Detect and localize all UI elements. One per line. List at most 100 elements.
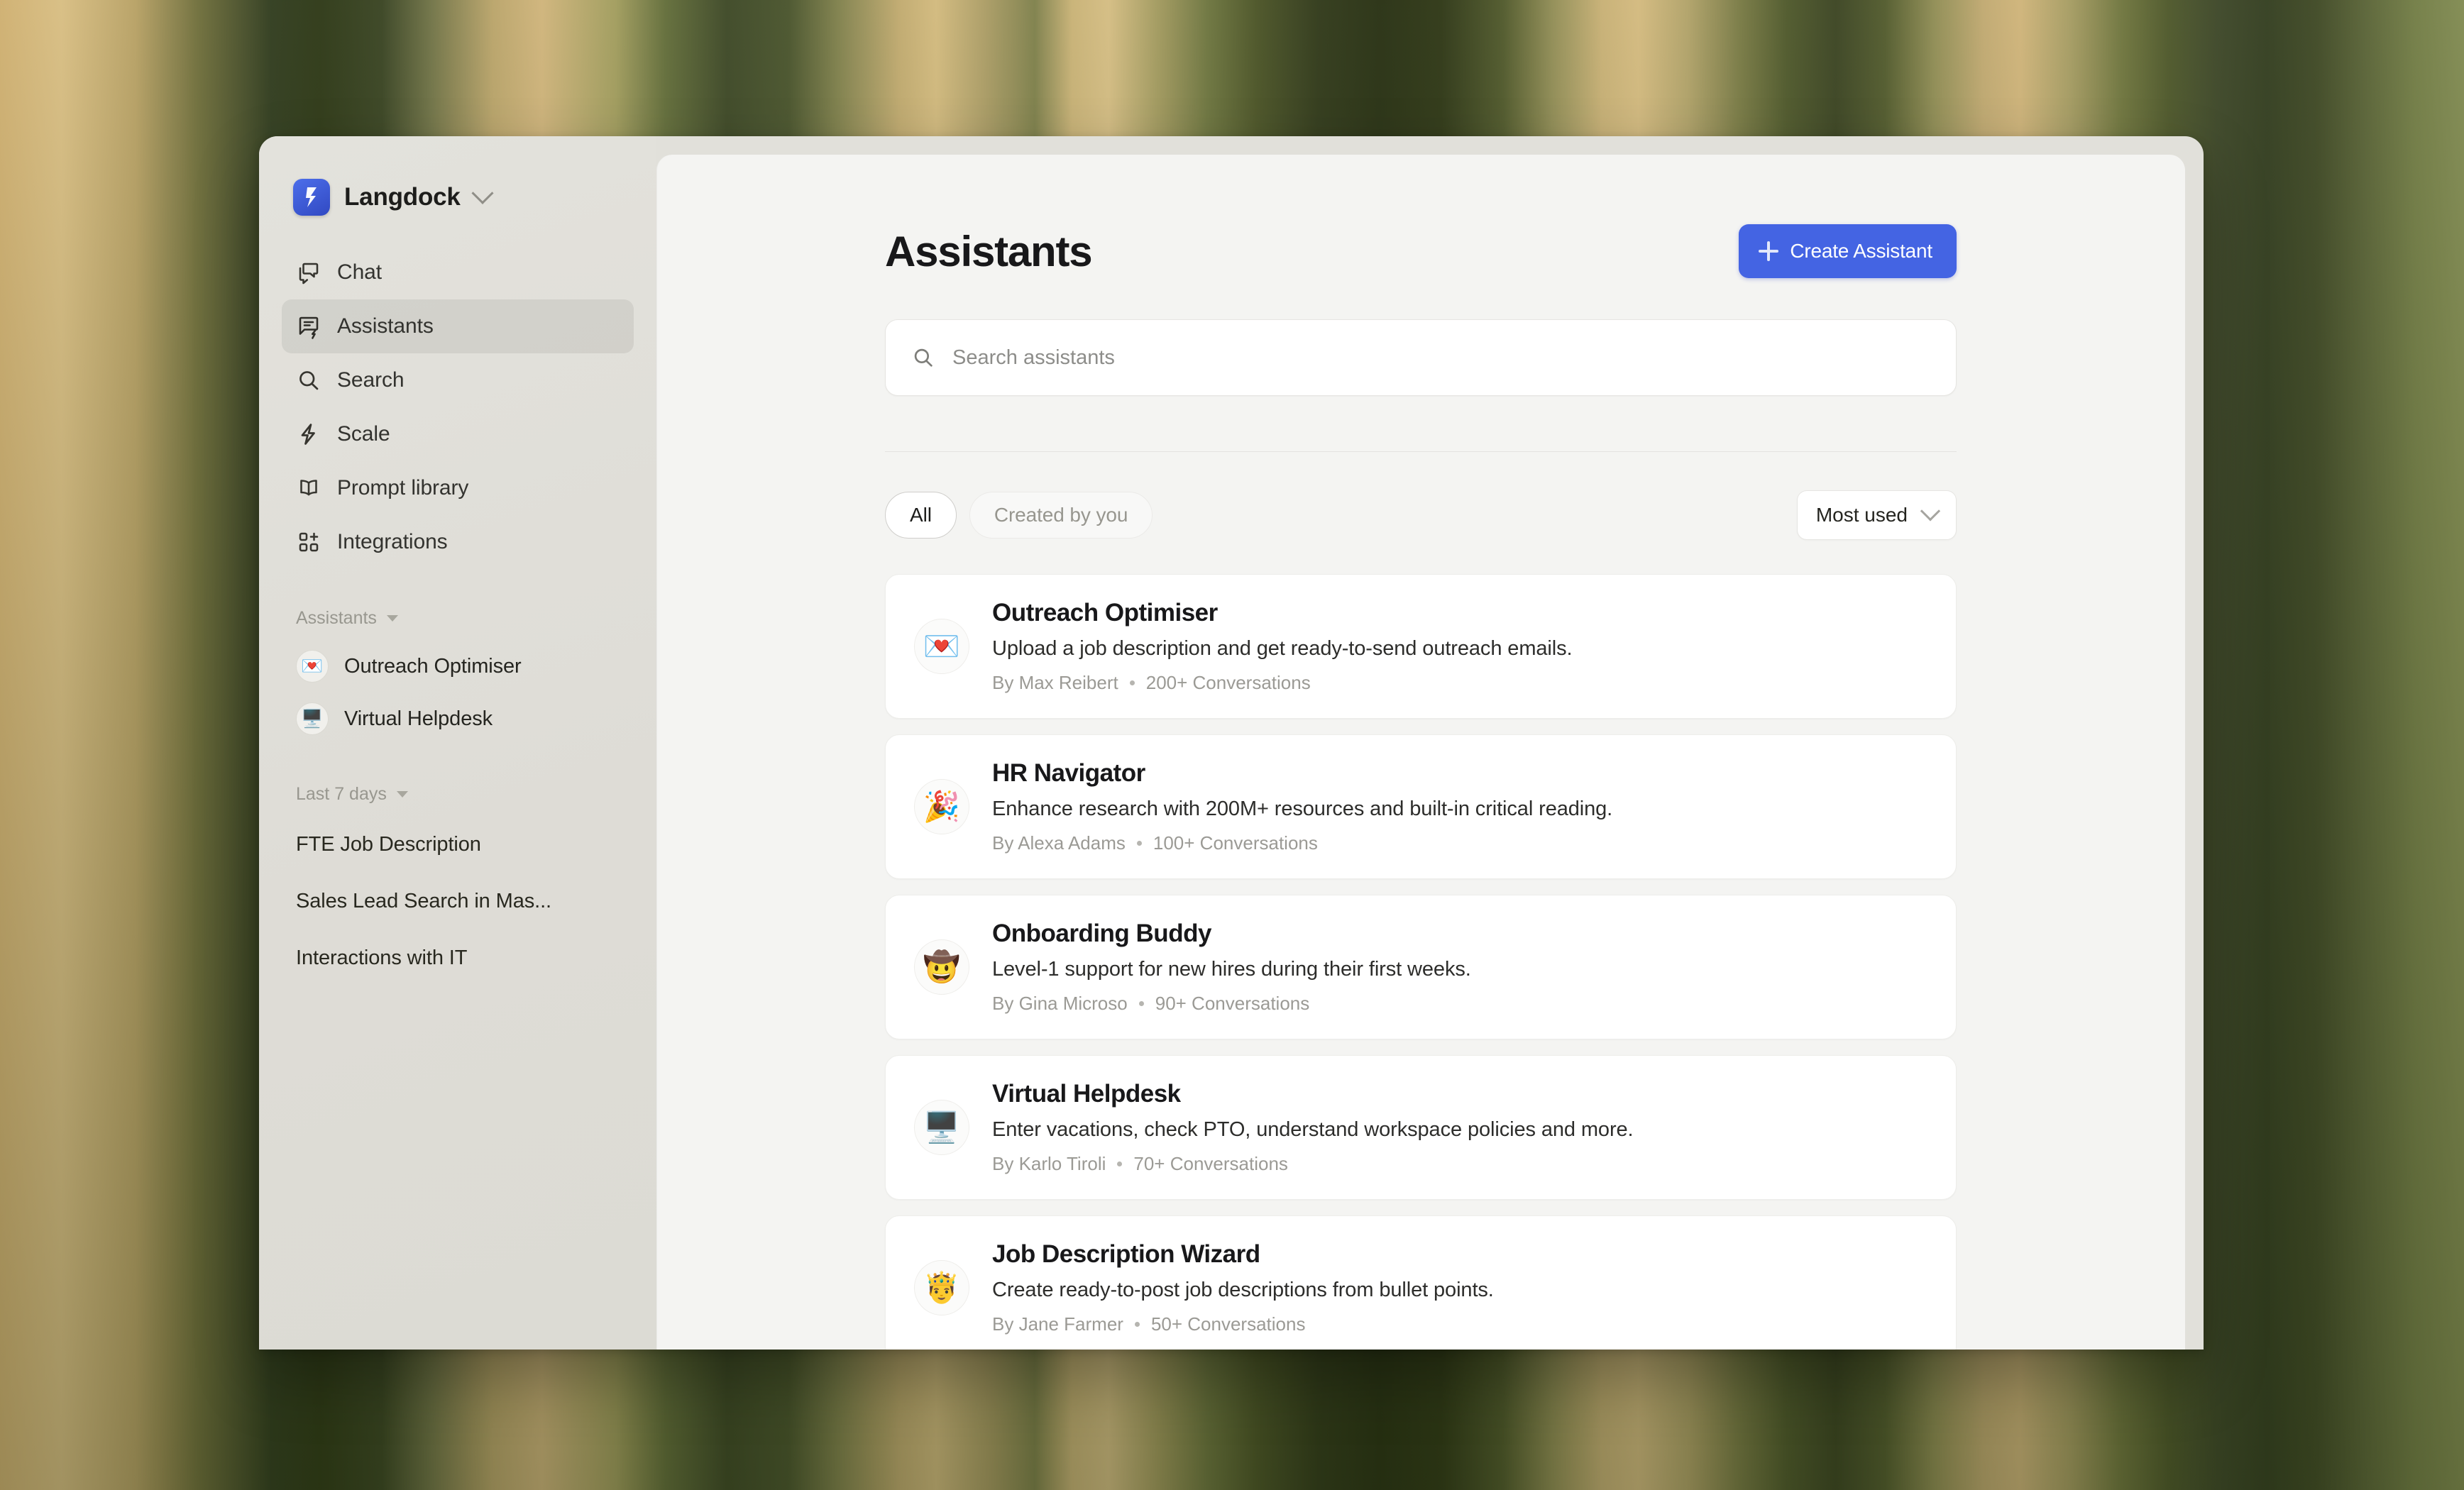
assistant-author: By Max Reibert	[992, 672, 1118, 693]
party-popper-emoji-icon: 🎉	[914, 779, 969, 834]
workspace-name: Langdock	[344, 183, 461, 211]
filter-chip-created-by-you[interactable]: Created by you	[969, 492, 1153, 539]
filter-row: All Created by you Most used	[885, 490, 1957, 540]
assistant-meta: By Max Reibert 200+ Conversations	[992, 672, 1927, 694]
sidebar-item-assistants[interactable]: Assistants	[282, 299, 634, 353]
sort-dropdown[interactable]: Most used	[1796, 490, 1957, 540]
meta-separator-dot-icon	[1117, 1161, 1123, 1166]
assistant-conversations: 200+ Conversations	[1145, 672, 1311, 693]
assistant-title: Outreach Optimiser	[992, 599, 1218, 627]
main-panel: Assistants Create Assistant All	[656, 155, 2185, 1350]
cowboy-face-emoji-icon: 🤠	[914, 939, 969, 995]
app-window: Langdock Chat Assistants Search Scale Pr…	[259, 136, 2204, 1350]
assistant-description: Enhance research with 200M+ resources an…	[992, 798, 1613, 820]
assistant-meta: By Gina Microso 90+ Conversations	[992, 993, 1927, 1015]
book-open-icon	[300, 480, 317, 496]
meta-separator-dot-icon	[1136, 841, 1142, 846]
meta-separator-dot-icon	[1138, 1001, 1144, 1006]
assistant-card[interactable]: 💌 Outreach Optimiser Upload a job descri…	[885, 574, 1957, 719]
sidebar-item-label: Scale	[337, 422, 390, 446]
assistant-meta: By Alexa Adams 100+ Conversations	[992, 832, 1927, 854]
assistants-group-header[interactable]: Assistants	[282, 596, 634, 640]
langdock-logo-icon	[293, 179, 330, 216]
history-group-header[interactable]: Last 7 days	[282, 772, 634, 816]
sidebar-item-chat[interactable]: Chat	[282, 245, 634, 299]
assistant-chat-icon	[299, 316, 319, 339]
assistant-list: 💌 Outreach Optimiser Upload a job descri…	[885, 574, 1957, 1350]
page-header: Assistants Create Assistant	[885, 224, 1957, 278]
assistant-card[interactable]: 🤠 Onboarding Buddy Level-1 support for n…	[885, 895, 1957, 1039]
assistant-conversations: 100+ Conversations	[1153, 832, 1318, 854]
assistant-card-body: HR Navigator Enhance research with 200M+…	[992, 759, 1927, 854]
filter-chips: All Created by you	[885, 492, 1153, 539]
assistant-description: Enter vacations, check PTO, understand w…	[992, 1118, 1634, 1141]
search-input[interactable]	[952, 346, 1930, 370]
history-item[interactable]: Interactions with IT	[282, 929, 634, 986]
sidebar-item-scale[interactable]: Scale	[282, 407, 634, 461]
assistant-card-body: Outreach Optimiser Upload a job descript…	[992, 599, 1927, 694]
desktop-computer-emoji-icon: 🖥️	[296, 702, 329, 735]
filter-chip-all[interactable]: All	[885, 492, 957, 539]
sidebar-item-prompt-library[interactable]: Prompt library	[282, 461, 634, 515]
love-letter-emoji-icon: 💌	[296, 650, 329, 683]
sidebar-item-label: Prompt library	[337, 476, 469, 500]
workspace-switcher[interactable]: Langdock	[282, 155, 634, 240]
grid-plus-icon	[299, 532, 319, 552]
section-divider	[885, 451, 1957, 452]
sidebar-item-label: Integrations	[337, 530, 448, 553]
assistant-title: Onboarding Buddy	[992, 920, 1211, 947]
caret-down-icon	[386, 614, 398, 622]
assistant-card-body: Job Description Wizard Create ready-to-p…	[992, 1240, 1927, 1335]
assistant-card-body: Virtual Helpdesk Enter vacations, check …	[992, 1080, 1927, 1175]
chat-bubbles-icon	[299, 263, 319, 285]
assistant-card[interactable]: 🎉 HR Navigator Enhance research with 200…	[885, 734, 1957, 879]
sort-value: Most used	[1815, 504, 1908, 526]
search-icon	[914, 348, 933, 367]
assistant-title: HR Navigator	[992, 759, 1145, 787]
assistant-description: Level-1 support for new hires during the…	[992, 958, 1471, 981]
sidebar-assistant-virtual-helpdesk[interactable]: 🖥️ Virtual Helpdesk	[282, 692, 634, 745]
assistant-conversations: 90+ Conversations	[1155, 993, 1310, 1014]
assistants-group-label: Assistants	[296, 607, 377, 628]
sidebar-assistant-label: Outreach Optimiser	[344, 654, 522, 678]
content-column: Assistants Create Assistant All	[885, 155, 1957, 1350]
assistant-author: By Jane Farmer	[992, 1313, 1123, 1335]
lightning-bolt-icon	[301, 424, 315, 445]
chevron-down-icon	[471, 182, 494, 204]
assistant-meta: By Karlo Tiroli 70+ Conversations	[992, 1153, 1927, 1175]
sidebar-item-integrations[interactable]: Integrations	[282, 515, 634, 569]
history-group-label: Last 7 days	[296, 783, 387, 804]
assistant-card[interactable]: 🖥️ Virtual Helpdesk Enter vacations, che…	[885, 1055, 1957, 1200]
assistant-card[interactable]: 🤴 Job Description Wizard Create ready-to…	[885, 1215, 1957, 1350]
search-bar[interactable]	[885, 319, 1957, 396]
page-title: Assistants	[885, 227, 1093, 275]
create-assistant-label: Create Assistant	[1790, 240, 1932, 262]
assistant-description: Upload a job description and get ready-t…	[992, 637, 1573, 660]
history-item[interactable]: FTE Job Description	[282, 816, 634, 873]
assistant-author: By Karlo Tiroli	[992, 1153, 1106, 1174]
meta-separator-dot-icon	[1129, 680, 1135, 685]
assistant-description: Create ready-to-post job descriptions fr…	[992, 1279, 1494, 1301]
search-icon	[299, 371, 319, 390]
sidebar: Langdock Chat Assistants Search Scale Pr…	[259, 136, 656, 1350]
love-letter-emoji-icon: 💌	[914, 619, 969, 674]
plus-icon	[1759, 241, 1779, 261]
create-assistant-button[interactable]: Create Assistant	[1739, 224, 1957, 278]
desktop-wallpaper: Langdock Chat Assistants Search Scale Pr…	[0, 0, 2464, 1490]
assistant-card-body: Onboarding Buddy Level-1 support for new…	[992, 920, 1927, 1015]
chevron-down-icon	[1920, 501, 1941, 522]
caret-down-icon	[396, 790, 408, 798]
assistant-title: Job Description Wizard	[992, 1240, 1260, 1268]
desktop-computer-emoji-icon: 🖥️	[914, 1100, 969, 1155]
sidebar-item-label: Chat	[337, 260, 382, 284]
sidebar-item-label: Assistants	[337, 314, 434, 338]
meta-separator-dot-icon	[1134, 1322, 1140, 1327]
assistant-title: Virtual Helpdesk	[992, 1080, 1181, 1108]
history-item[interactable]: Sales Lead Search in Mas...	[282, 873, 634, 929]
sidebar-assistant-outreach-optimiser[interactable]: 💌 Outreach Optimiser	[282, 640, 634, 692]
primary-nav: Chat Assistants Search Scale Prompt libr…	[282, 245, 634, 569]
prince-emoji-icon: 🤴	[914, 1260, 969, 1315]
sidebar-item-search[interactable]: Search	[282, 353, 634, 407]
sidebar-assistant-label: Virtual Helpdesk	[344, 707, 493, 730]
assistant-meta: By Jane Farmer 50+ Conversations	[992, 1313, 1927, 1335]
